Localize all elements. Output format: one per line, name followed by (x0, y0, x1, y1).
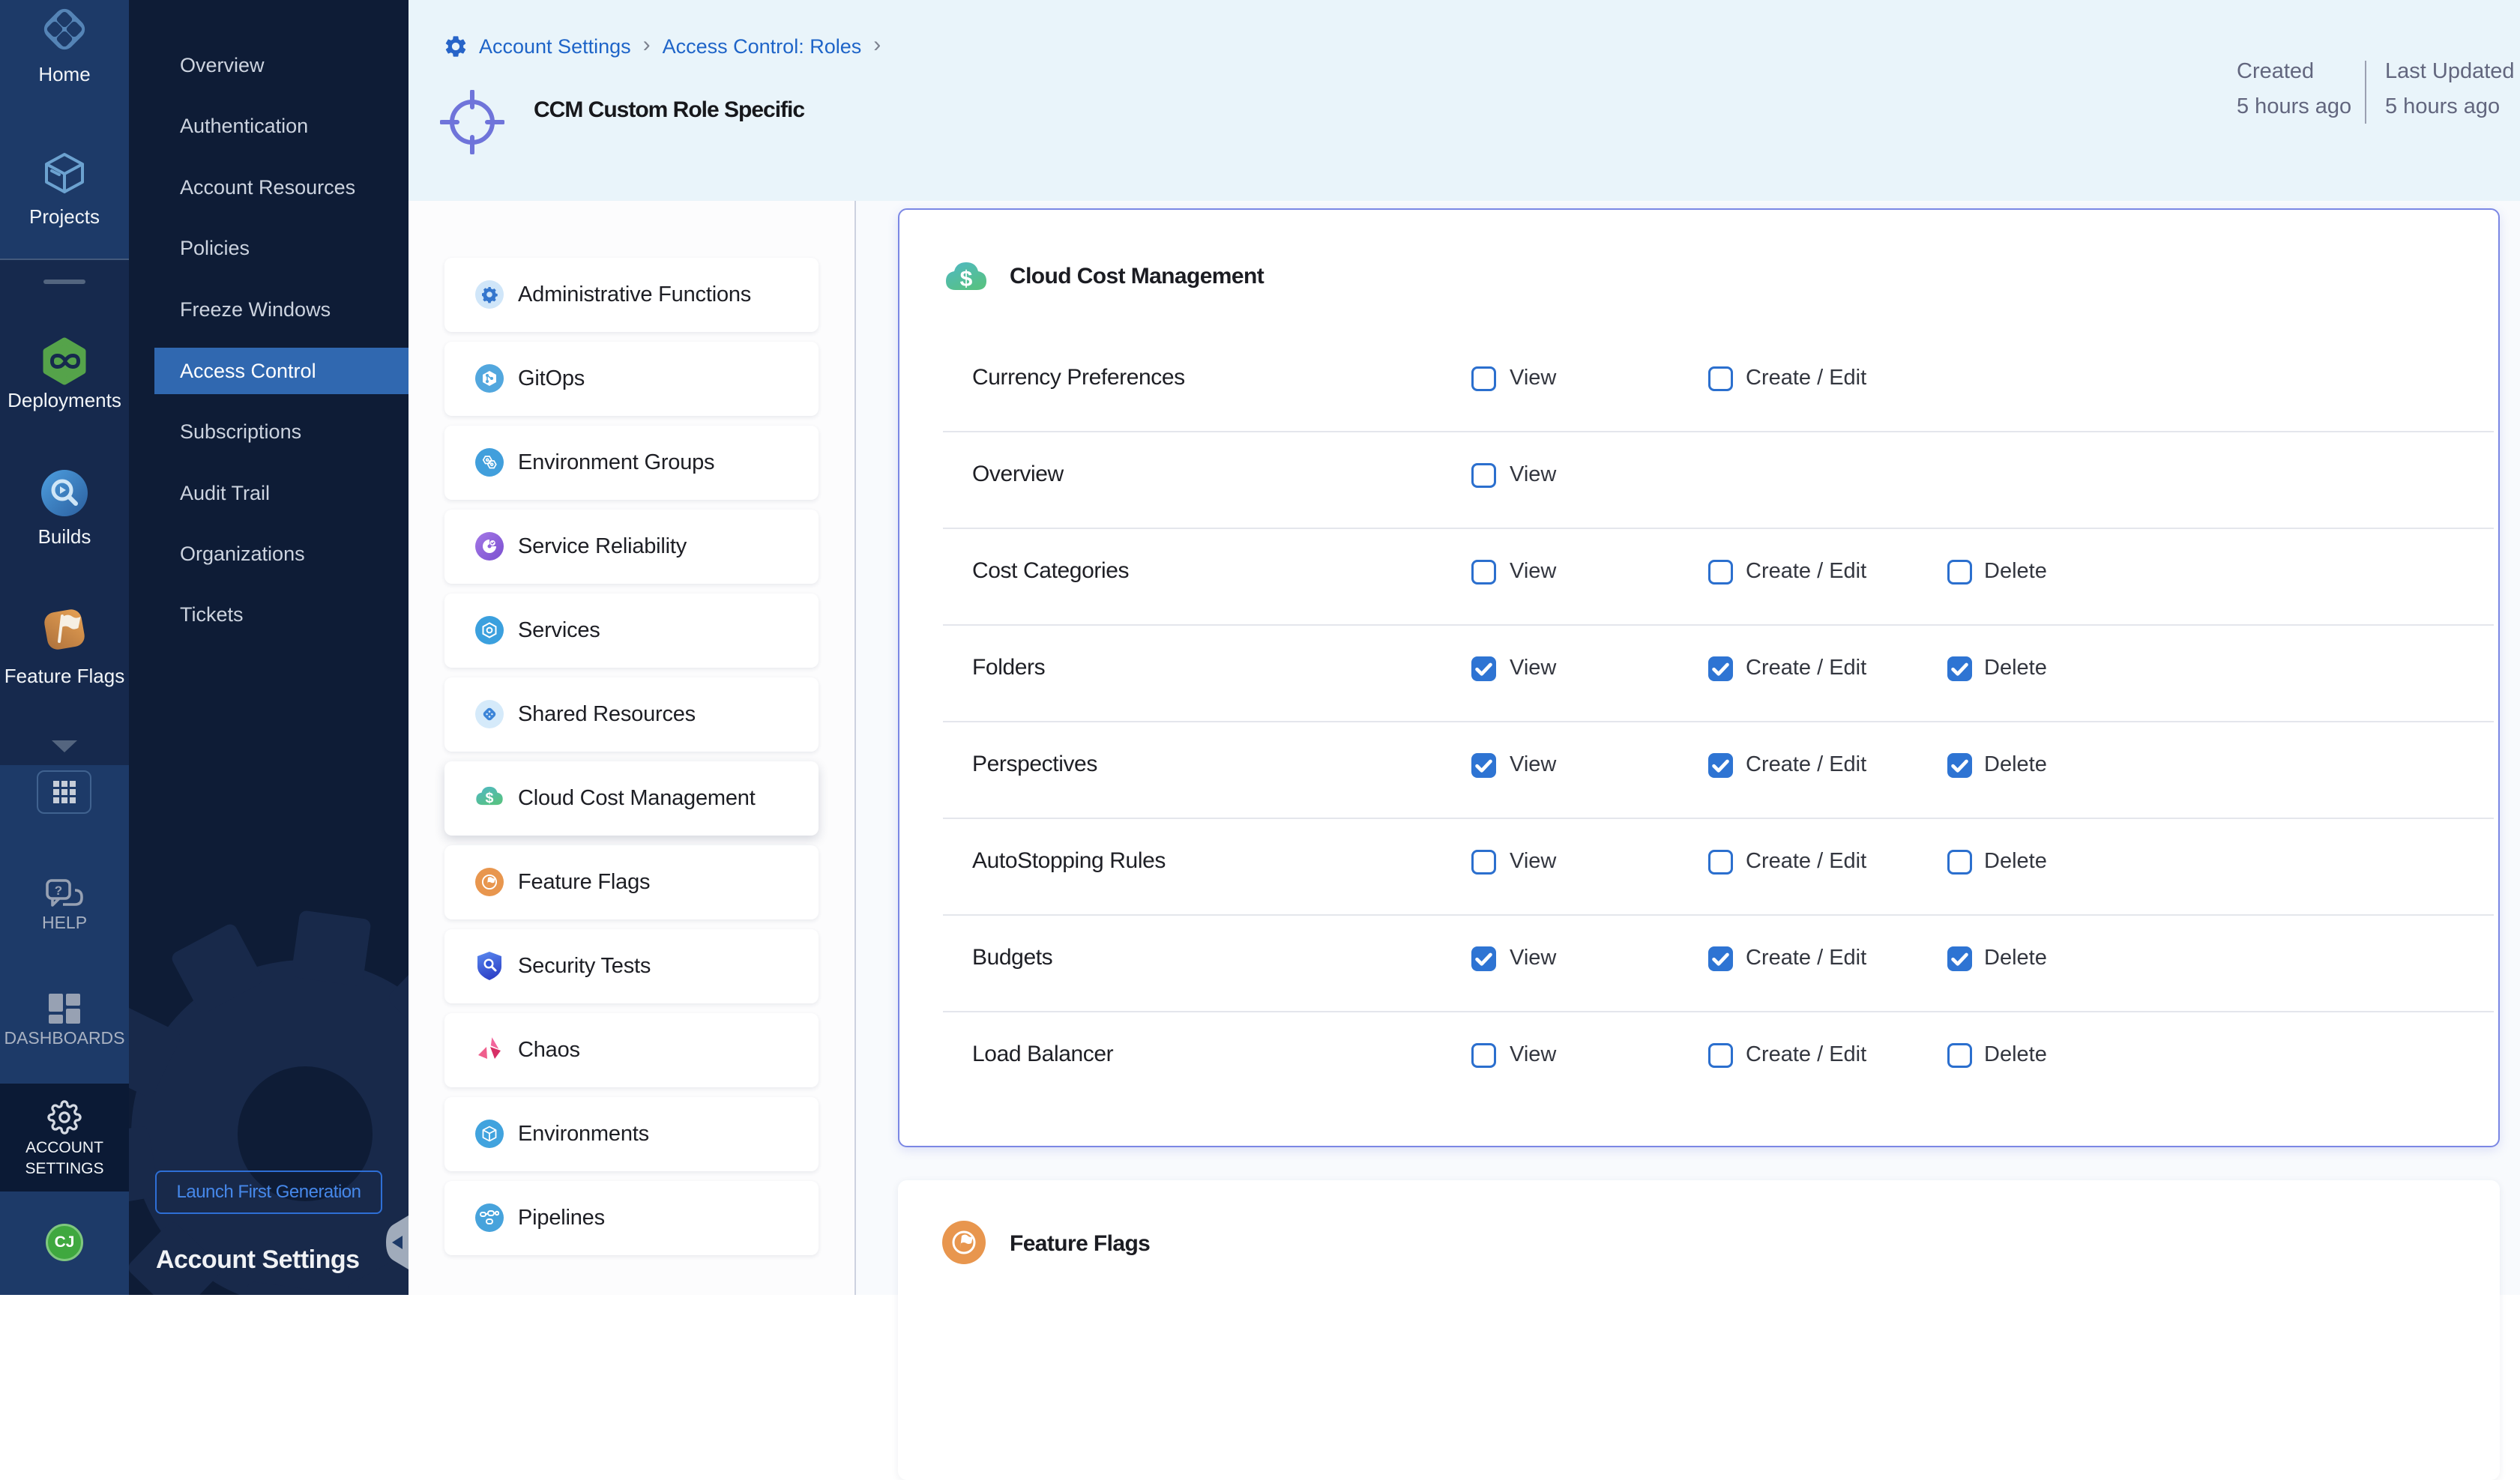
svg-text:$: $ (486, 790, 494, 806)
svg-text:$: $ (960, 267, 973, 292)
svg-text:?: ? (55, 884, 62, 898)
